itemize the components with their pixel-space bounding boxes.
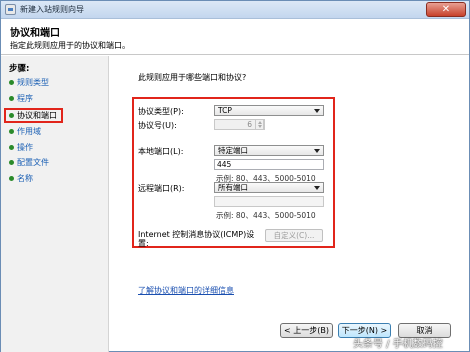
remote-port-example: 示例: 80、443、5000-5010	[216, 211, 316, 220]
chevron-down-icon	[314, 109, 320, 113]
chevron-down-icon	[314, 149, 320, 153]
remote-port-input[interactable]	[214, 196, 324, 207]
watermark: 头条号 / 手机数码控	[353, 339, 443, 350]
protocol-number-stepper[interactable]	[255, 119, 264, 130]
protocol-type-label: 协议类型(P):	[138, 107, 184, 116]
local-port-input[interactable]: 445	[214, 159, 324, 170]
help-link[interactable]: 了解协议和端口的详细信息	[138, 285, 234, 296]
chevron-down-icon	[314, 186, 320, 190]
step-scope[interactable]: 作用域	[9, 125, 41, 137]
icmp-settings-label: Internet 控制消息协议(ICMP)设	[138, 230, 255, 239]
step-profile[interactable]: 配置文件	[9, 156, 49, 168]
local-port-select[interactable]: 特定端口	[214, 145, 324, 156]
step-highlight-box	[4, 108, 63, 123]
wizard-window: 新建入站规则向导 ✕ 协议和端口 指定此规则应用于的协议和端口。 步骤: 规则类…	[0, 0, 470, 352]
step-name[interactable]: 名称	[9, 172, 33, 184]
step-dot-icon	[9, 144, 14, 150]
step-dot-icon	[9, 79, 14, 85]
step-dot-icon	[9, 128, 14, 134]
back-button[interactable]: < 上一步(B)	[280, 323, 333, 338]
icmp-customize-button[interactable]: 自定义(C)...	[265, 229, 323, 242]
close-button[interactable]: ✕	[426, 2, 466, 17]
step-action[interactable]: 操作	[9, 141, 33, 153]
page-title: 协议和端口	[10, 28, 60, 39]
step-rule-type[interactable]: 规则类型	[9, 76, 49, 88]
remote-port-select[interactable]: 所有端口	[214, 182, 324, 193]
title-bar: 新建入站规则向导 ✕	[1, 1, 469, 19]
steps-title: 步骤:	[9, 64, 30, 74]
window-title: 新建入站规则向导	[20, 5, 84, 14]
remote-port-label: 远程端口(R):	[138, 184, 185, 193]
step-dot-icon	[9, 175, 14, 181]
protocol-number-label: 协议号(U):	[138, 121, 177, 130]
steps-sidebar: 步骤: 规则类型 程序 协议和端口 作用域 操作 配置文件 名称	[1, 56, 109, 352]
step-dot-icon	[9, 159, 14, 165]
wizard-header: 协议和端口 指定此规则应用于的协议和端口。	[1, 19, 469, 55]
page-subtitle: 指定此规则应用于的协议和端口。	[10, 41, 130, 50]
step-dot-icon	[9, 95, 14, 101]
protocol-type-select[interactable]: TCP	[214, 105, 324, 116]
question-text: 此规则应用于哪些端口和协议?	[138, 73, 247, 82]
step-program[interactable]: 程序	[9, 92, 33, 104]
local-port-label: 本地端口(L):	[138, 147, 184, 156]
firewall-app-icon	[5, 4, 16, 15]
icmp-settings-label-cont: 置:	[138, 239, 149, 248]
